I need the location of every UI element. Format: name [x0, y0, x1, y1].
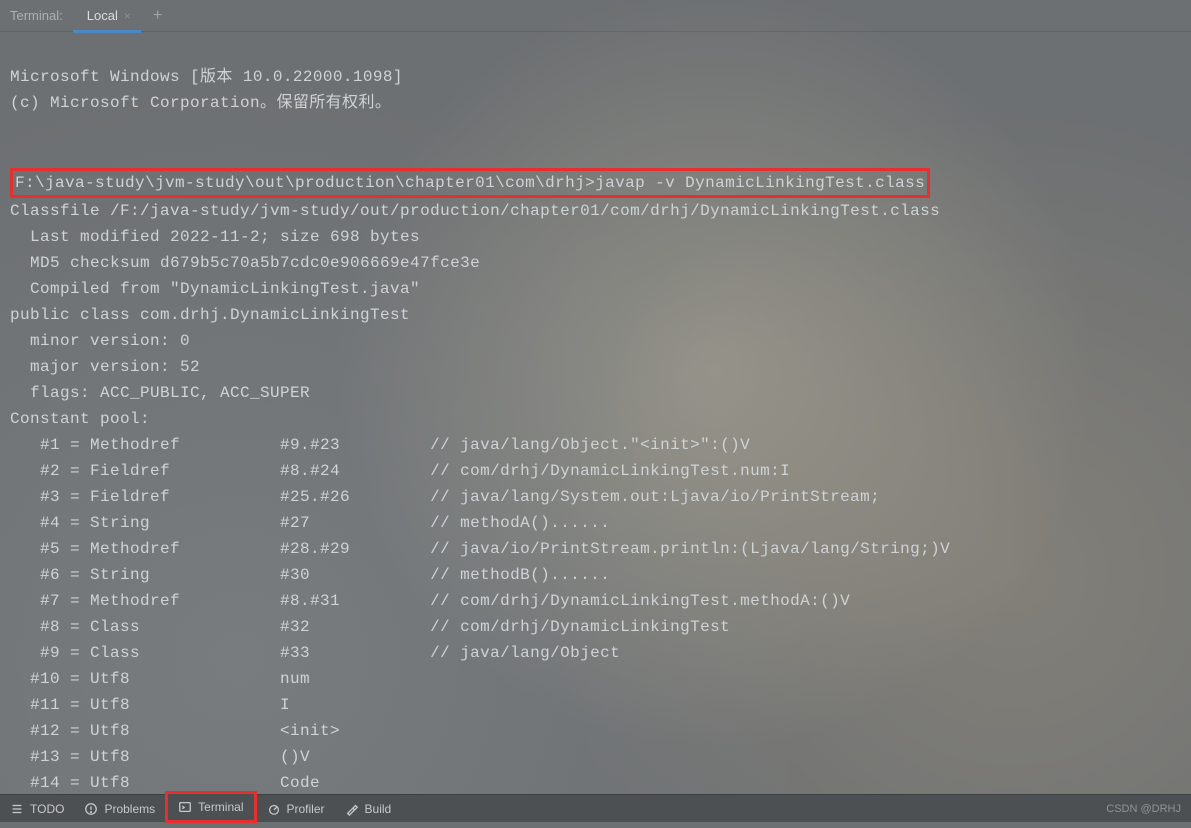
terminal-line: Microsoft Windows [版本 10.0.22000.1098] — [10, 68, 403, 86]
terminal-line: major version: 52 — [10, 358, 200, 376]
terminal-output[interactable]: Microsoft Windows [版本 10.0.22000.1098] (… — [0, 32, 1191, 828]
terminal-tab-local[interactable]: Local × — [73, 0, 141, 32]
terminal-line: Last modified 2022-11-2; size 698 bytes — [10, 228, 420, 246]
watermark-text: CSDN @DRHJ — [1106, 803, 1191, 815]
terminal-line: #14 = Utf8 Code — [10, 774, 320, 792]
terminal-line: Compiled from "DynamicLinkingTest.java" — [10, 280, 420, 298]
hammer-icon — [345, 802, 359, 816]
terminal-line: (c) Microsoft Corporation。保留所有权利。 — [10, 94, 391, 112]
terminal-line: #6 = String #30 // methodB()...... — [10, 566, 610, 584]
terminal-line: #3 = Fieldref #25.#26 // java/lang/Syste… — [10, 488, 880, 506]
tool-build[interactable]: Build — [335, 795, 402, 823]
terminal-line: minor version: 0 — [10, 332, 190, 350]
tool-label: Terminal — [198, 800, 243, 814]
terminal-line: #1 = Methodref #9.#23 // java/lang/Objec… — [10, 436, 750, 454]
terminal-tab-bar: Terminal: Local × + — [0, 0, 1191, 32]
terminal-line: #4 = String #27 // methodA()...... — [10, 514, 610, 532]
add-terminal-tab-button[interactable]: + — [141, 7, 175, 25]
terminal-line: #8 = Class #32 // com/drhj/DynamicLinkin… — [10, 618, 730, 636]
gauge-icon — [267, 802, 281, 816]
terminal-line: #10 = Utf8 num — [10, 670, 310, 688]
tool-problems[interactable]: Problems — [74, 795, 165, 823]
tool-label: Problems — [104, 802, 155, 816]
list-icon — [10, 802, 24, 816]
close-icon[interactable]: × — [124, 9, 131, 23]
terminal-line: MD5 checksum d679b5c70a5b7cdc0e906669e47… — [10, 254, 480, 272]
tool-label: Build — [365, 802, 392, 816]
terminal-icon — [178, 800, 192, 814]
terminal-line: #2 = Fieldref #8.#24 // com/drhj/Dynamic… — [10, 462, 790, 480]
terminal-line: #7 = Methodref #8.#31 // com/drhj/Dynami… — [10, 592, 850, 610]
tool-label: TODO — [30, 802, 64, 816]
terminal-line: #5 = Methodref #28.#29 // java/io/PrintS… — [10, 540, 950, 558]
terminal-line: public class com.drhj.DynamicLinkingTest — [10, 306, 410, 324]
tool-todo[interactable]: TODO — [0, 795, 74, 823]
terminal-panel-label: Terminal: — [0, 8, 73, 23]
tool-terminal[interactable]: Terminal — [165, 791, 256, 823]
terminal-line: #12 = Utf8 <init> — [10, 722, 340, 740]
warning-icon — [84, 802, 98, 816]
terminal-line: Constant pool: — [10, 410, 150, 428]
terminal-line: #11 = Utf8 I — [10, 696, 290, 714]
terminal-line: #13 = Utf8 ()V — [10, 748, 310, 766]
terminal-command-highlight: F:\java-study\jvm-study\out\production\c… — [10, 168, 930, 198]
terminal-line: Classfile /F:/java-study/jvm-study/out/p… — [10, 202, 940, 220]
tool-window-bar: TODO Problems Terminal Profiler — [0, 794, 1191, 822]
terminal-line: #9 = Class #33 // java/lang/Object — [10, 644, 620, 662]
terminal-tab-label: Local — [87, 8, 118, 23]
terminal-line: flags: ACC_PUBLIC, ACC_SUPER — [10, 384, 310, 402]
tool-label: Profiler — [287, 802, 325, 816]
tool-profiler[interactable]: Profiler — [257, 795, 335, 823]
